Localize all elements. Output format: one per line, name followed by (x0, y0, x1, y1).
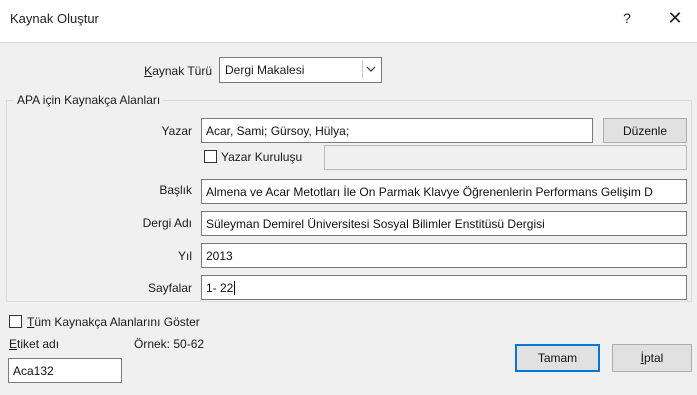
source-type-label: Kaynak Türü (120, 64, 212, 78)
tag-example: Örnek: 50-62 (134, 337, 205, 351)
journal-input[interactable]: Süleyman Demirel Üniversitesi Sosyal Bil… (201, 211, 687, 236)
tag-name-input[interactable]: Aca132 (8, 358, 122, 383)
journal-label: Dergi Adı (142, 216, 192, 230)
close-icon[interactable]: ✕ (664, 7, 686, 29)
cancel-button[interactable]: İptal (612, 344, 692, 372)
chevron-down-icon (362, 60, 379, 78)
show-all-fields-checkbox[interactable] (9, 315, 22, 328)
source-type-value: Dergi Makalesi (225, 63, 305, 77)
source-type-label-accesskey: K (144, 64, 153, 78)
corporate-author-label: Yazar Kuruluşu (221, 150, 303, 164)
author-input[interactable]: Acar, Sami; Gürsoy, Hülya; (201, 118, 593, 143)
title-input[interactable]: Almena ve Acar Metotları İle On Parmak K… (201, 179, 687, 204)
source-type-select[interactable]: Dergi Makalesi (219, 57, 382, 83)
pages-input[interactable]: 1- 22 (201, 275, 687, 300)
title-label: Başlık (159, 183, 192, 197)
pages-value: 1- 22 (206, 280, 234, 295)
show-all-text: üm Kaynakça Alanlarını Göster (34, 315, 200, 329)
cancel-text: ptal (643, 351, 664, 365)
ok-button[interactable]: Tamam (515, 344, 600, 372)
source-type-label-text: aynak Türü (152, 64, 212, 78)
show-all-fields-label: Tüm Kaynakça Alanlarını Göster (27, 315, 200, 329)
tag-text: tiket adı (17, 337, 60, 351)
corporate-author-checkbox[interactable] (204, 150, 217, 163)
group-legend: APA için Kaynakça Alanları (14, 93, 164, 107)
year-input[interactable]: 2013 (201, 243, 687, 268)
pages-label: Sayfalar (147, 281, 192, 295)
title-bar (0, 0, 697, 42)
author-label: Yazar (161, 124, 192, 138)
edit-authors-button[interactable]: Düzenle (603, 118, 687, 143)
corporate-author-input[interactable] (324, 145, 687, 170)
tag-name-label: Etiket adı (9, 337, 59, 351)
text-caret (234, 280, 236, 295)
year-label: Yıl (177, 249, 192, 263)
help-icon[interactable]: ? (620, 10, 634, 28)
tag-accesskey: E (9, 337, 18, 351)
dialog-title: Kaynak Oluştur (10, 11, 99, 26)
